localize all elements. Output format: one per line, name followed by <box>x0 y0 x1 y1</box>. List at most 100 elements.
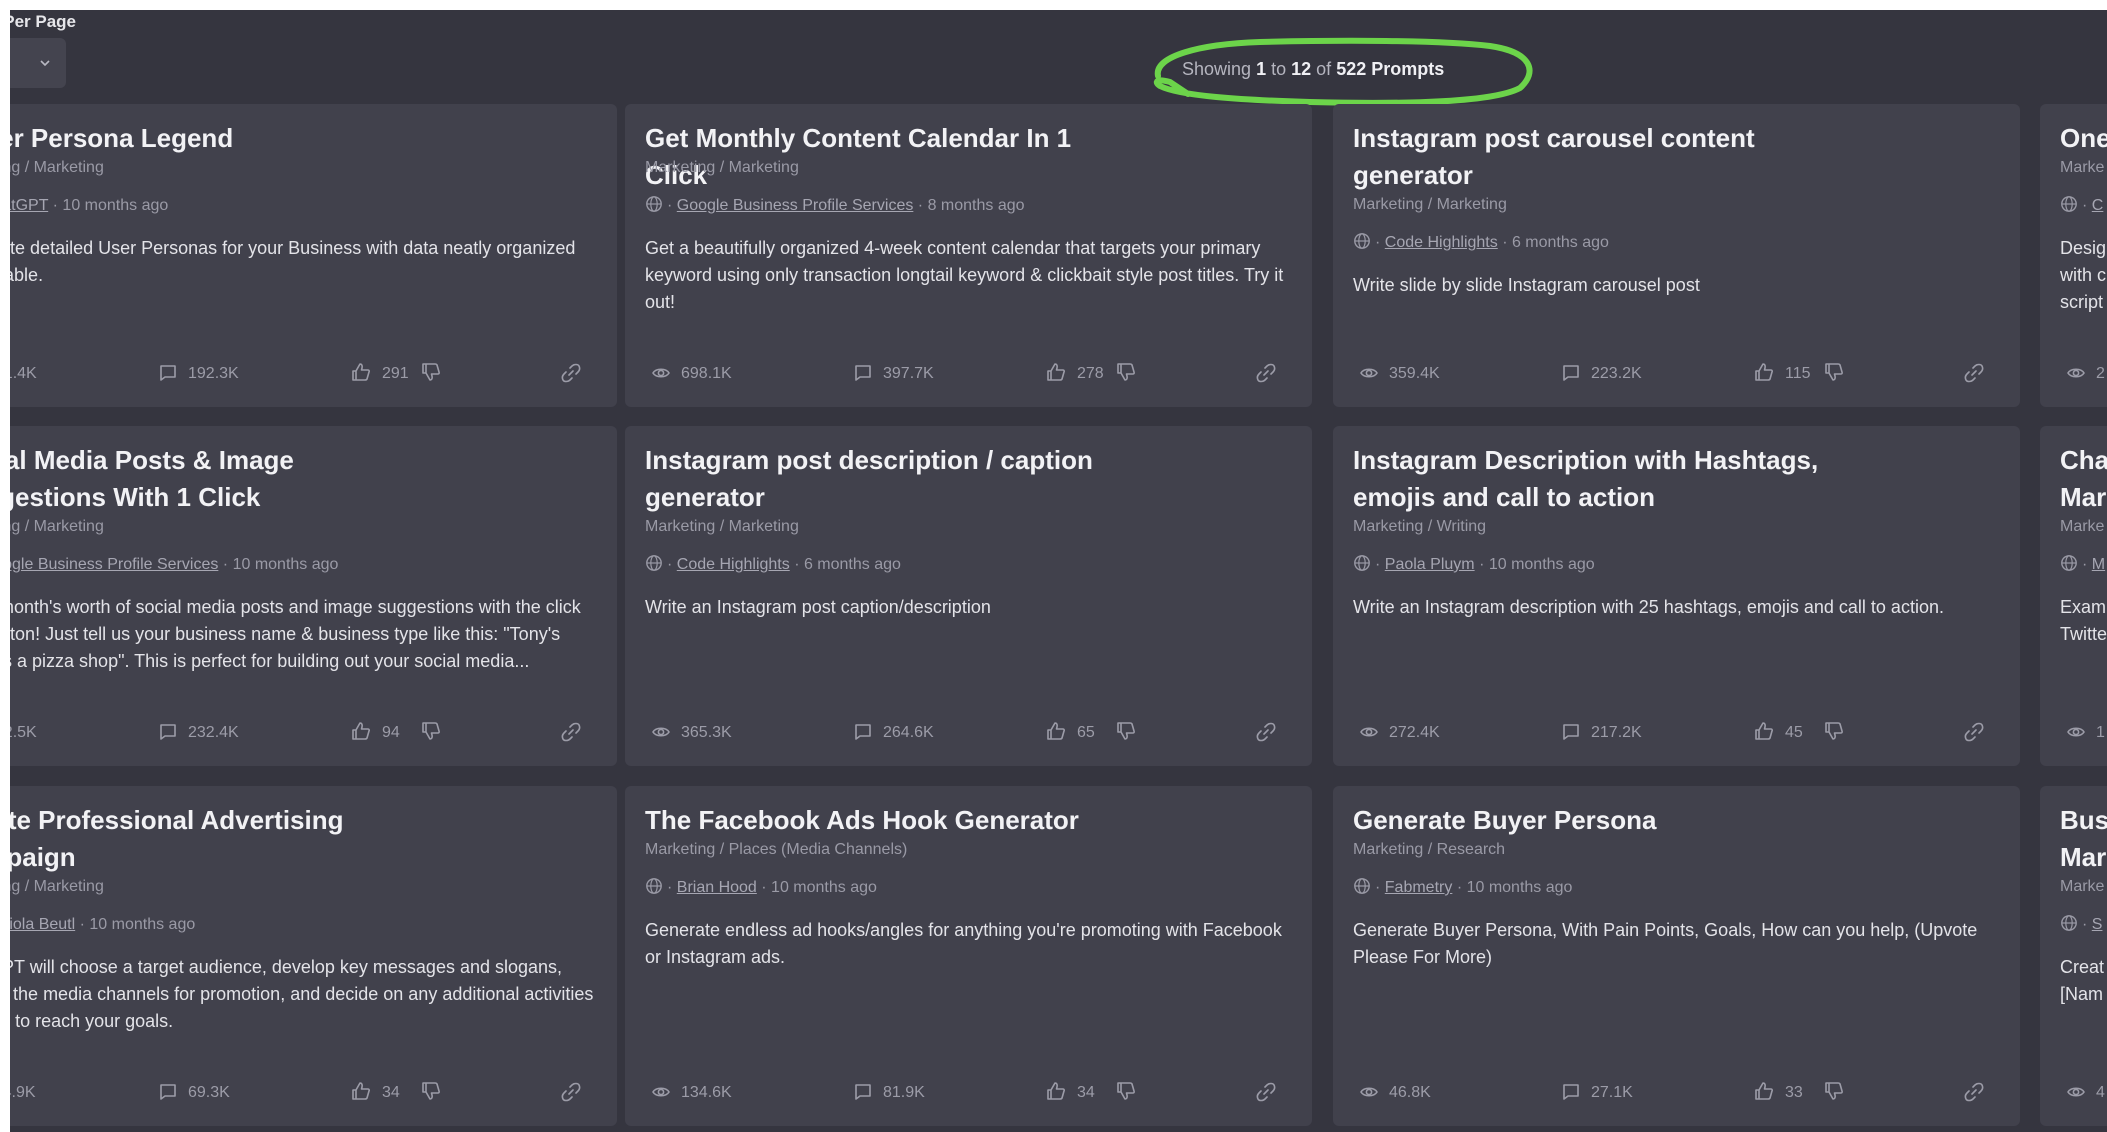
thumbs-down-icon[interactable] <box>420 720 452 746</box>
author-link[interactable]: Code Highlights <box>677 556 790 573</box>
comments-stat: 397.7K <box>853 361 934 387</box>
prompt-author-line: · Code Highlights · 6 months ago <box>645 554 901 574</box>
prompt-title[interactable]: One <box>2060 120 2107 157</box>
thumbs-up-icon[interactable] <box>1753 722 1785 741</box>
annotation-circle <box>1153 37 1533 106</box>
prompt-author-line: · Paola Pluym · 10 months ago <box>1353 554 1595 574</box>
prompt-category: Marke <box>2060 878 2105 895</box>
likes-stat[interactable]: 65 <box>1045 720 1095 746</box>
prompt-title[interactable]: Instagram post carousel content generato… <box>1353 120 1823 194</box>
likes-stat[interactable]: 34 <box>1045 1080 1095 1106</box>
prompt-card-partial[interactable]: Bus Mar Marke · S Creat [Nam 4 <box>2040 786 2107 1126</box>
author-link[interactable]: Fabiola Beutl <box>10 916 75 933</box>
prompt-description: Generate Buyer Persona, With Pain Points… <box>1353 920 1978 967</box>
prompt-title[interactable]: Buyer Persona Legend <box>10 120 420 157</box>
views-stat: 1 <box>2066 720 2105 746</box>
comments-stat: 81.9K <box>853 1080 925 1106</box>
prompt-card[interactable]: Buyer Persona Legend Marketing / Marketin… <box>10 104 617 407</box>
prompt-card[interactable]: The Facebook Ads Hook Generator Marketing… <box>625 786 1312 1126</box>
thumbs-down-icon[interactable] <box>420 1080 452 1106</box>
likes-stat[interactable]: 94 <box>350 720 400 746</box>
thumbs-down-icon[interactable] <box>1115 361 1147 387</box>
prompt-title[interactable]: Bus Mar <box>2060 802 2107 876</box>
prompt-category: Marketing / Writing <box>1353 518 1487 535</box>
prompt-card[interactable]: Instagram Description with Hashtags, emo… <box>1333 426 2020 766</box>
prompt-title[interactable]: Generate Buyer Persona <box>1353 802 1823 839</box>
views-stat: 359.4K <box>1359 361 1440 387</box>
prompt-card[interactable]: Create Professional Advertising Campaign… <box>10 786 617 1126</box>
thumbs-down-icon[interactable] <box>420 361 452 387</box>
comment-icon <box>158 1084 188 1101</box>
link-icon[interactable] <box>1256 720 1286 746</box>
prompt-description: Exam Twitte <box>2060 597 2107 644</box>
prompt-stats: 46.8K 27.1K 33 <box>1353 1080 2000 1106</box>
author-link[interactable]: Paola Pluym <box>1385 556 1475 573</box>
prompt-category: Marketing / Marketing <box>10 518 104 535</box>
link-icon[interactable] <box>561 720 591 746</box>
prompt-author-line: · ChatGPT · 10 months ago <box>10 195 168 215</box>
link-icon[interactable] <box>1964 361 1994 387</box>
per-page-select[interactable] <box>10 38 66 88</box>
thumbs-up-icon[interactable] <box>350 1082 382 1101</box>
thumbs-up-icon[interactable] <box>1045 363 1077 382</box>
eye-icon <box>2066 1084 2096 1101</box>
prompt-card-partial[interactable]: Cha Mar Marke · M Exam Twitte 1 <box>2040 426 2107 766</box>
comments-stat: 217.2K <box>1561 720 1642 746</box>
prompt-title[interactable]: Get Monthly Content Calendar In 1 Click <box>645 120 1115 194</box>
prompt-author-line: · M <box>2060 554 2105 574</box>
thumbs-down-icon[interactable] <box>1823 361 1855 387</box>
prompt-card[interactable]: Get Monthly Content Calendar In 1 Click M… <box>625 104 1312 407</box>
likes-stat[interactable]: 115 <box>1753 361 1811 387</box>
prompt-author-line: · Google Business Profile Services · 8 m… <box>645 195 1025 215</box>
prompt-title[interactable]: Cha Mar <box>2060 442 2107 516</box>
author-link[interactable]: Code Highlights <box>1385 234 1498 251</box>
author-link[interactable]: ChatGPT <box>10 197 48 214</box>
prompt-title[interactable]: The Facebook Ads Hook Generator <box>645 802 1115 839</box>
prompt-card[interactable]: Social Media Posts & Image Suggestions W… <box>10 426 617 766</box>
views-stat: 134.6K <box>651 1080 732 1106</box>
prompt-card[interactable]: Instagram post description / caption gen… <box>625 426 1312 766</box>
comment-icon <box>853 365 883 382</box>
author-link[interactable]: Google Business Profile Services <box>10 556 218 573</box>
prompt-card[interactable]: Instagram post carousel content generato… <box>1333 104 2020 407</box>
thumbs-up-icon[interactable] <box>1753 363 1785 382</box>
link-icon[interactable] <box>561 361 591 387</box>
author-link[interactable]: Brian Hood <box>677 879 757 896</box>
likes-stat[interactable]: 34 <box>350 1080 400 1106</box>
prompt-title[interactable]: Social Media Posts & Image Suggestions W… <box>10 442 420 516</box>
prompt-title[interactable]: Instagram post description / caption gen… <box>645 442 1115 516</box>
thumbs-down-icon[interactable] <box>1115 1080 1147 1106</box>
thumbs-down-icon[interactable] <box>1115 720 1147 746</box>
thumbs-down-icon[interactable] <box>1823 720 1855 746</box>
likes-stat[interactable]: 291 <box>350 361 409 387</box>
views-stat: 312.5K <box>10 724 37 741</box>
eye-icon <box>2066 365 2096 382</box>
thumbs-up-icon[interactable] <box>1045 1082 1077 1101</box>
link-icon[interactable] <box>1256 1080 1286 1106</box>
prompt-card[interactable]: Generate Buyer Persona Marketing / Resear… <box>1333 786 2020 1126</box>
link-icon[interactable] <box>561 1080 591 1106</box>
thumbs-down-icon[interactable] <box>1823 1080 1855 1106</box>
prompt-card-partial[interactable]: One Marke · C Desig with c script 2 <box>2040 104 2107 407</box>
author-link[interactable]: Fabmetry <box>1385 879 1453 896</box>
thumbs-up-icon[interactable] <box>1753 1082 1785 1101</box>
author-link[interactable]: S <box>2092 916 2103 933</box>
prompt-title[interactable]: Create Professional Advertising Campaign <box>10 802 420 876</box>
eye-icon <box>651 1084 681 1101</box>
likes-stat[interactable]: 33 <box>1753 1080 1803 1106</box>
prompt-stats: 698.1K 397.7K 278 <box>645 361 1292 387</box>
link-icon[interactable] <box>1964 1080 1994 1106</box>
comment-icon <box>1561 724 1591 741</box>
link-icon[interactable] <box>1256 361 1286 387</box>
thumbs-up-icon[interactable] <box>1045 722 1077 741</box>
author-link[interactable]: M <box>2092 556 2105 573</box>
thumbs-up-icon[interactable] <box>350 363 382 382</box>
likes-stat[interactable]: 45 <box>1753 720 1803 746</box>
author-link[interactable]: C <box>2092 197 2104 214</box>
prompt-title[interactable]: Instagram Description with Hashtags, emo… <box>1353 442 1823 516</box>
likes-stat[interactable]: 278 <box>1045 361 1104 387</box>
link-icon[interactable] <box>1964 720 1994 746</box>
prompt-author-line: · S <box>2060 914 2102 934</box>
thumbs-up-icon[interactable] <box>350 722 382 741</box>
author-link[interactable]: Google Business Profile Services <box>677 197 914 214</box>
